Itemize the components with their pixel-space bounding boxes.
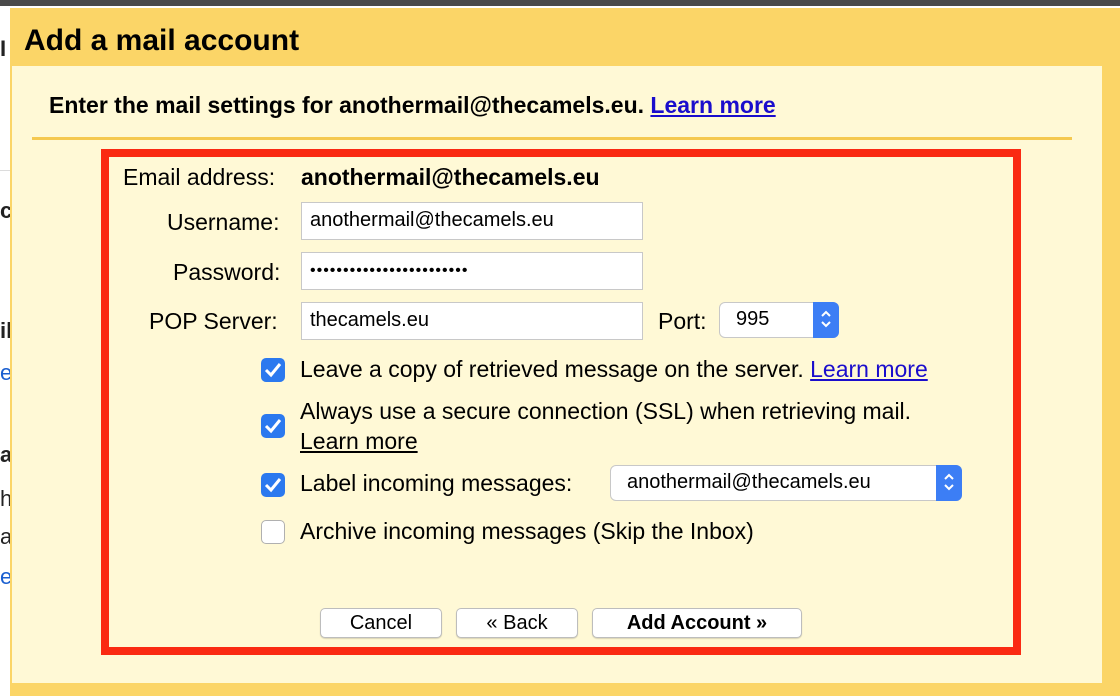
port-select[interactable]: 995 [719,302,839,338]
dialog-body: Enter the mail settings for anothermail@… [12,66,1102,683]
label-select[interactable]: anothermail@thecamels.eu [610,465,962,501]
ssl-label: Always use a secure connection (SSL) whe… [300,398,912,424]
port-label: Port: [658,308,707,334]
email-address-value: anothermail@thecamels.eu [301,164,600,190]
leave-copy-checkbox[interactable] [261,358,285,382]
leave-copy-label: Leave a copy of retrieved message on the… [300,356,804,382]
archive-checkbox[interactable] [261,520,285,544]
intro-learn-more-link[interactable]: Learn more [650,92,775,118]
ssl-checkbox[interactable] [261,414,285,438]
pop-server-input[interactable]: thecamels.eu [301,302,643,340]
archive-label: Archive incoming messages (Skip the Inbo… [300,518,754,544]
pop-server-label: POP Server: [149,308,278,334]
dialog-title: Add a mail account [24,24,300,57]
intro-message: Enter the mail settings for anothermail@… [49,92,645,118]
back-button[interactable]: « Back [456,608,578,638]
cancel-button[interactable]: Cancel [320,608,442,638]
password-input[interactable]: •••••••••••••••••••••••• [301,252,643,290]
label-incoming-label: Label incoming messages: [300,470,573,496]
label-incoming-checkbox[interactable] [261,473,285,497]
header-separator [32,137,1072,140]
dialog-bottom-border [10,684,1120,696]
label-select-value: anothermail@thecamels.eu [627,471,871,493]
chevron-updown-icon [936,465,962,501]
chevron-updown-icon [813,302,839,338]
username-label: Username: [167,209,280,235]
checkmark-icon [264,363,282,378]
leave-copy-learn-more-link[interactable]: Learn more [810,356,928,382]
leave-copy-option: Leave a copy of retrieved message on the… [300,356,928,383]
add-mail-account-dialog: Add a mail account Enter the mail settin… [10,8,1120,696]
checkmark-icon [264,419,282,434]
add-account-button[interactable]: Add Account » [592,608,802,638]
username-input[interactable]: anothermail@thecamels.eu [301,202,643,240]
port-select-value: 995 [736,308,770,330]
ssl-learn-more-link[interactable]: Learn more [300,428,418,455]
password-label: Password: [173,259,281,285]
checkmark-icon [264,478,282,493]
intro-text: Enter the mail settings for anothermail@… [49,92,776,119]
background-text: I [0,36,7,61]
background-topbar [0,0,1120,6]
email-address-label: Email address: [123,164,276,190]
